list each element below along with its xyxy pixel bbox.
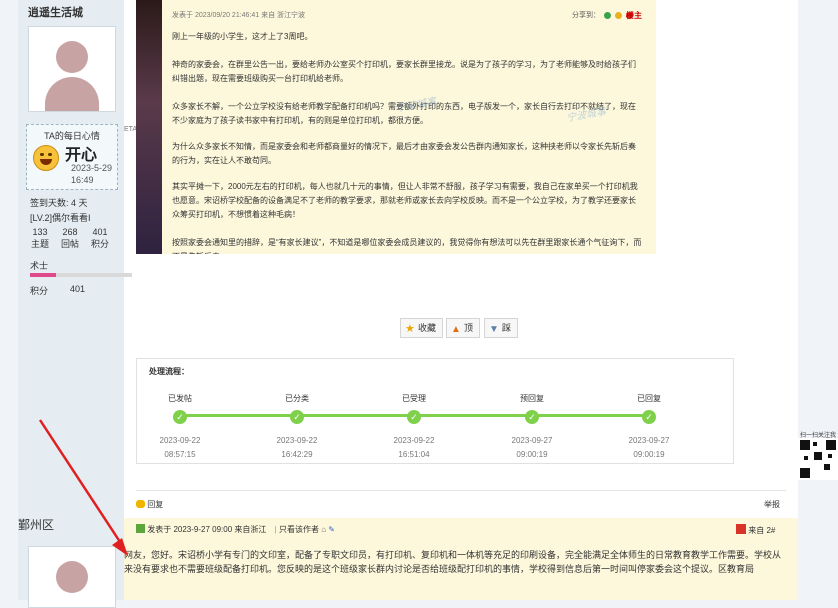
annotation-arrow-icon [38, 419, 128, 556]
